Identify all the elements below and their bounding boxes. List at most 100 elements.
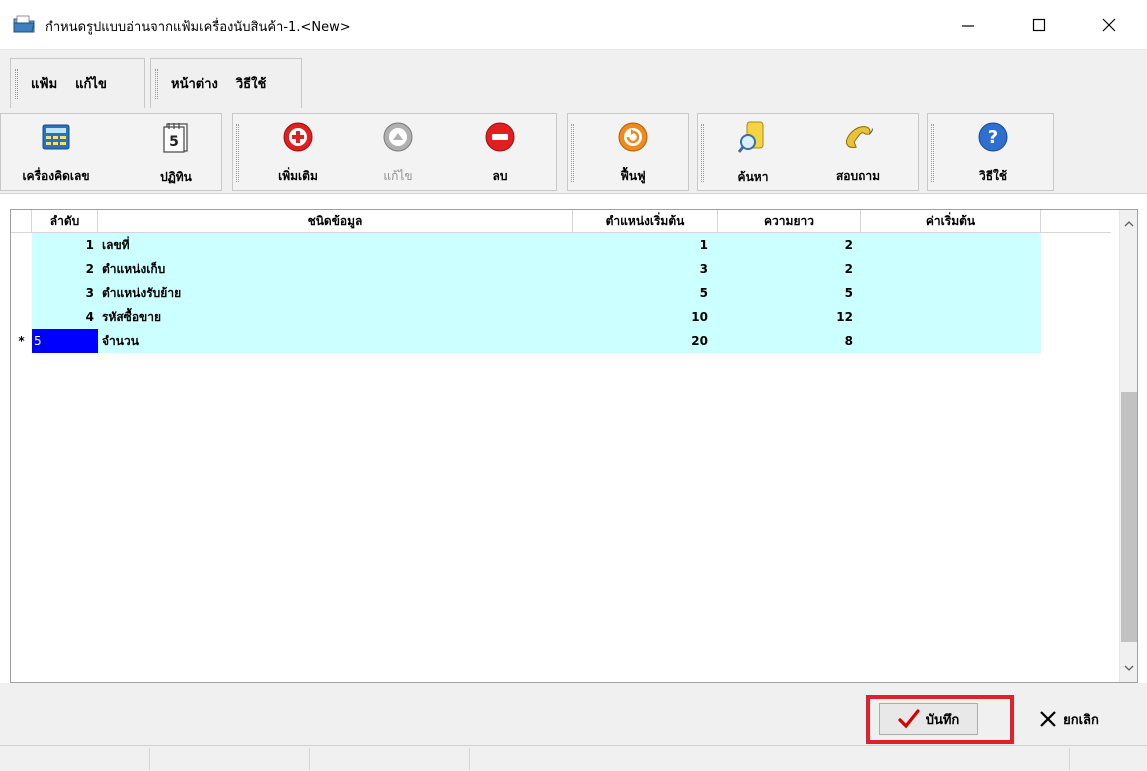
table-row-new[interactable]: * 5 จำนวน 20 8 — [11, 329, 1041, 353]
table-row[interactable]: 2 ตำแหน่งเก็บ 3 2 — [11, 257, 1041, 281]
toolbar-grip[interactable] — [15, 69, 18, 99]
search-icon — [736, 120, 770, 154]
help-label: วิธีใช้ — [978, 169, 1008, 183]
cancel-button[interactable]: ยกเลิก — [1020, 703, 1118, 735]
header-length[interactable]: ความยาว — [718, 210, 861, 233]
cell-default[interactable] — [861, 329, 1041, 353]
toolbar-grip[interactable] — [155, 69, 158, 99]
close-icon — [1040, 711, 1056, 727]
svg-text:5: 5 — [169, 134, 179, 150]
scroll-up-button[interactable] — [1120, 214, 1137, 234]
cell-type[interactable]: เลขที่ — [98, 233, 573, 257]
toolbar-group-edit: เพิ่มเติม แก้ไข ลบ — [232, 113, 557, 191]
toolbar-grip[interactable] — [701, 124, 704, 182]
status-panel — [150, 748, 310, 770]
toolbar: เครื่องคิดเลข 5 ปฏิทิน เพิ่มเติม แก้ไข ล… — [0, 110, 1147, 194]
cell-length[interactable]: 2 — [718, 257, 861, 281]
edit-circle-icon — [381, 120, 415, 153]
close-button[interactable] — [1086, 0, 1132, 50]
toolbar-grip[interactable] — [236, 124, 239, 182]
header-default[interactable]: ค่าเริ่มต้น — [861, 210, 1041, 233]
calculator-button[interactable]: เครื่องคิดเลข — [11, 120, 101, 186]
row-indicator — [11, 281, 32, 305]
cell-default[interactable] — [861, 233, 1041, 257]
cell-length[interactable]: 2 — [718, 233, 861, 257]
search-button[interactable]: ค้นหา — [718, 120, 788, 186]
cell-start[interactable]: 3 — [573, 257, 718, 281]
header-indicator — [11, 210, 32, 233]
cell-length[interactable]: 5 — [718, 281, 861, 305]
maximize-icon — [1032, 18, 1046, 32]
calendar-label: ปฏิทิน — [160, 170, 192, 184]
header-type[interactable]: ชนิดข้อมูล — [98, 210, 573, 233]
table-row[interactable]: 1 เลขที่ 1 2 — [11, 233, 1041, 257]
save-button[interactable]: บันทึก — [879, 703, 978, 735]
toolbar-group-tools: เครื่องคิดเลข 5 ปฏิทิน — [0, 113, 222, 191]
data-grid[interactable]: ลำดับ ชนิดข้อมูล ตำแหน่งเริ่มต้น ความยาว… — [10, 209, 1138, 683]
status-panel — [470, 748, 1070, 770]
minus-circle-icon — [483, 120, 517, 153]
grid-header: ลำดับ ชนิดข้อมูล ตำแหน่งเริ่มต้น ความยาว… — [11, 210, 1111, 233]
help-button[interactable]: ? วิธีใช้ — [953, 120, 1033, 186]
table-row[interactable]: 3 ตำแหน่งรับย้าย 5 5 — [11, 281, 1041, 305]
delete-label: ลบ — [492, 169, 508, 183]
menu-bar: แฟ้ม แก้ไข หน้าต่าง วิธีใช้ — [0, 50, 1147, 110]
cell-no[interactable]: 3 — [32, 281, 98, 305]
cell-no-selected[interactable]: 5 — [32, 329, 98, 353]
cell-no[interactable]: 4 — [32, 305, 98, 329]
restore-button[interactable]: ฟื้นฟู — [593, 120, 673, 186]
cell-length[interactable]: 12 — [718, 305, 861, 329]
calendar-icon: 5 — [159, 120, 193, 154]
restore-icon — [616, 120, 650, 153]
delete-button[interactable]: ลบ — [465, 120, 535, 186]
header-no[interactable]: ลำดับ — [32, 210, 98, 233]
menu-group-window: หน้าต่าง วิธีใช้ — [150, 58, 302, 108]
menu-group-file: แฟ้ม แก้ไข — [10, 58, 145, 108]
calendar-button[interactable]: 5 ปฏิทิน — [141, 120, 211, 186]
inquiry-button[interactable]: สอบถาม — [813, 120, 903, 186]
menu-edit[interactable]: แก้ไข — [73, 71, 109, 96]
plus-circle-icon — [281, 120, 315, 153]
minimize-icon — [962, 25, 974, 27]
status-panel — [0, 748, 150, 770]
menu-file[interactable]: แฟ้ม — [29, 71, 59, 96]
add-button[interactable]: เพิ่มเติม — [263, 120, 333, 186]
edit-label: แก้ไข — [383, 169, 413, 183]
menu-window[interactable]: หน้าต่าง — [169, 71, 220, 96]
cell-type[interactable]: ตำแหน่งเก็บ — [98, 257, 573, 281]
toolbar-grip[interactable] — [571, 124, 574, 182]
toolbar-grip[interactable] — [931, 124, 934, 182]
phone-icon — [841, 120, 875, 153]
menu-help[interactable]: วิธีใช้ — [234, 71, 268, 96]
minimize-button[interactable] — [945, 0, 991, 50]
window-title: กำหนดรูปแบบอ่านจากแฟ้มเครื่องนับสินค้า-1… — [45, 20, 351, 35]
cell-type[interactable]: รหัสซื้อขาย — [98, 305, 573, 329]
table-row[interactable]: 4 รหัสซื้อขาย 10 12 — [11, 305, 1041, 329]
cell-default[interactable] — [861, 281, 1041, 305]
restore-label: ฟื้นฟู — [620, 169, 646, 183]
cell-no[interactable]: 2 — [32, 257, 98, 281]
header-start[interactable]: ตำแหน่งเริ่มต้น — [573, 210, 718, 233]
cell-default[interactable] — [861, 257, 1041, 281]
cell-type[interactable]: จำนวน — [98, 329, 573, 353]
cell-start[interactable]: 5 — [573, 281, 718, 305]
row-indicator — [11, 257, 32, 281]
calculator-icon — [39, 120, 73, 153]
button-bar: บันทึก ยกเลิก — [0, 683, 1147, 745]
cell-start[interactable]: 10 — [573, 305, 718, 329]
close-icon — [1102, 18, 1116, 32]
cell-start[interactable]: 20 — [573, 329, 718, 353]
cell-no[interactable]: 1 — [32, 233, 98, 257]
toolbar-group-help: ? วิธีใช้ — [927, 113, 1054, 191]
edit-button[interactable]: แก้ไข — [363, 120, 433, 186]
checkmark-icon — [898, 709, 920, 729]
cell-type[interactable]: ตำแหน่งรับย้าย — [98, 281, 573, 305]
scroll-down-button[interactable] — [1120, 658, 1137, 678]
calculator-label: เครื่องคิดเลข — [22, 169, 90, 183]
scroll-thumb[interactable] — [1121, 392, 1137, 642]
cell-start[interactable]: 1 — [573, 233, 718, 257]
cell-default[interactable] — [861, 305, 1041, 329]
vertical-scrollbar[interactable] — [1119, 210, 1137, 682]
maximize-button[interactable] — [1016, 0, 1062, 50]
cell-length[interactable]: 8 — [718, 329, 861, 353]
